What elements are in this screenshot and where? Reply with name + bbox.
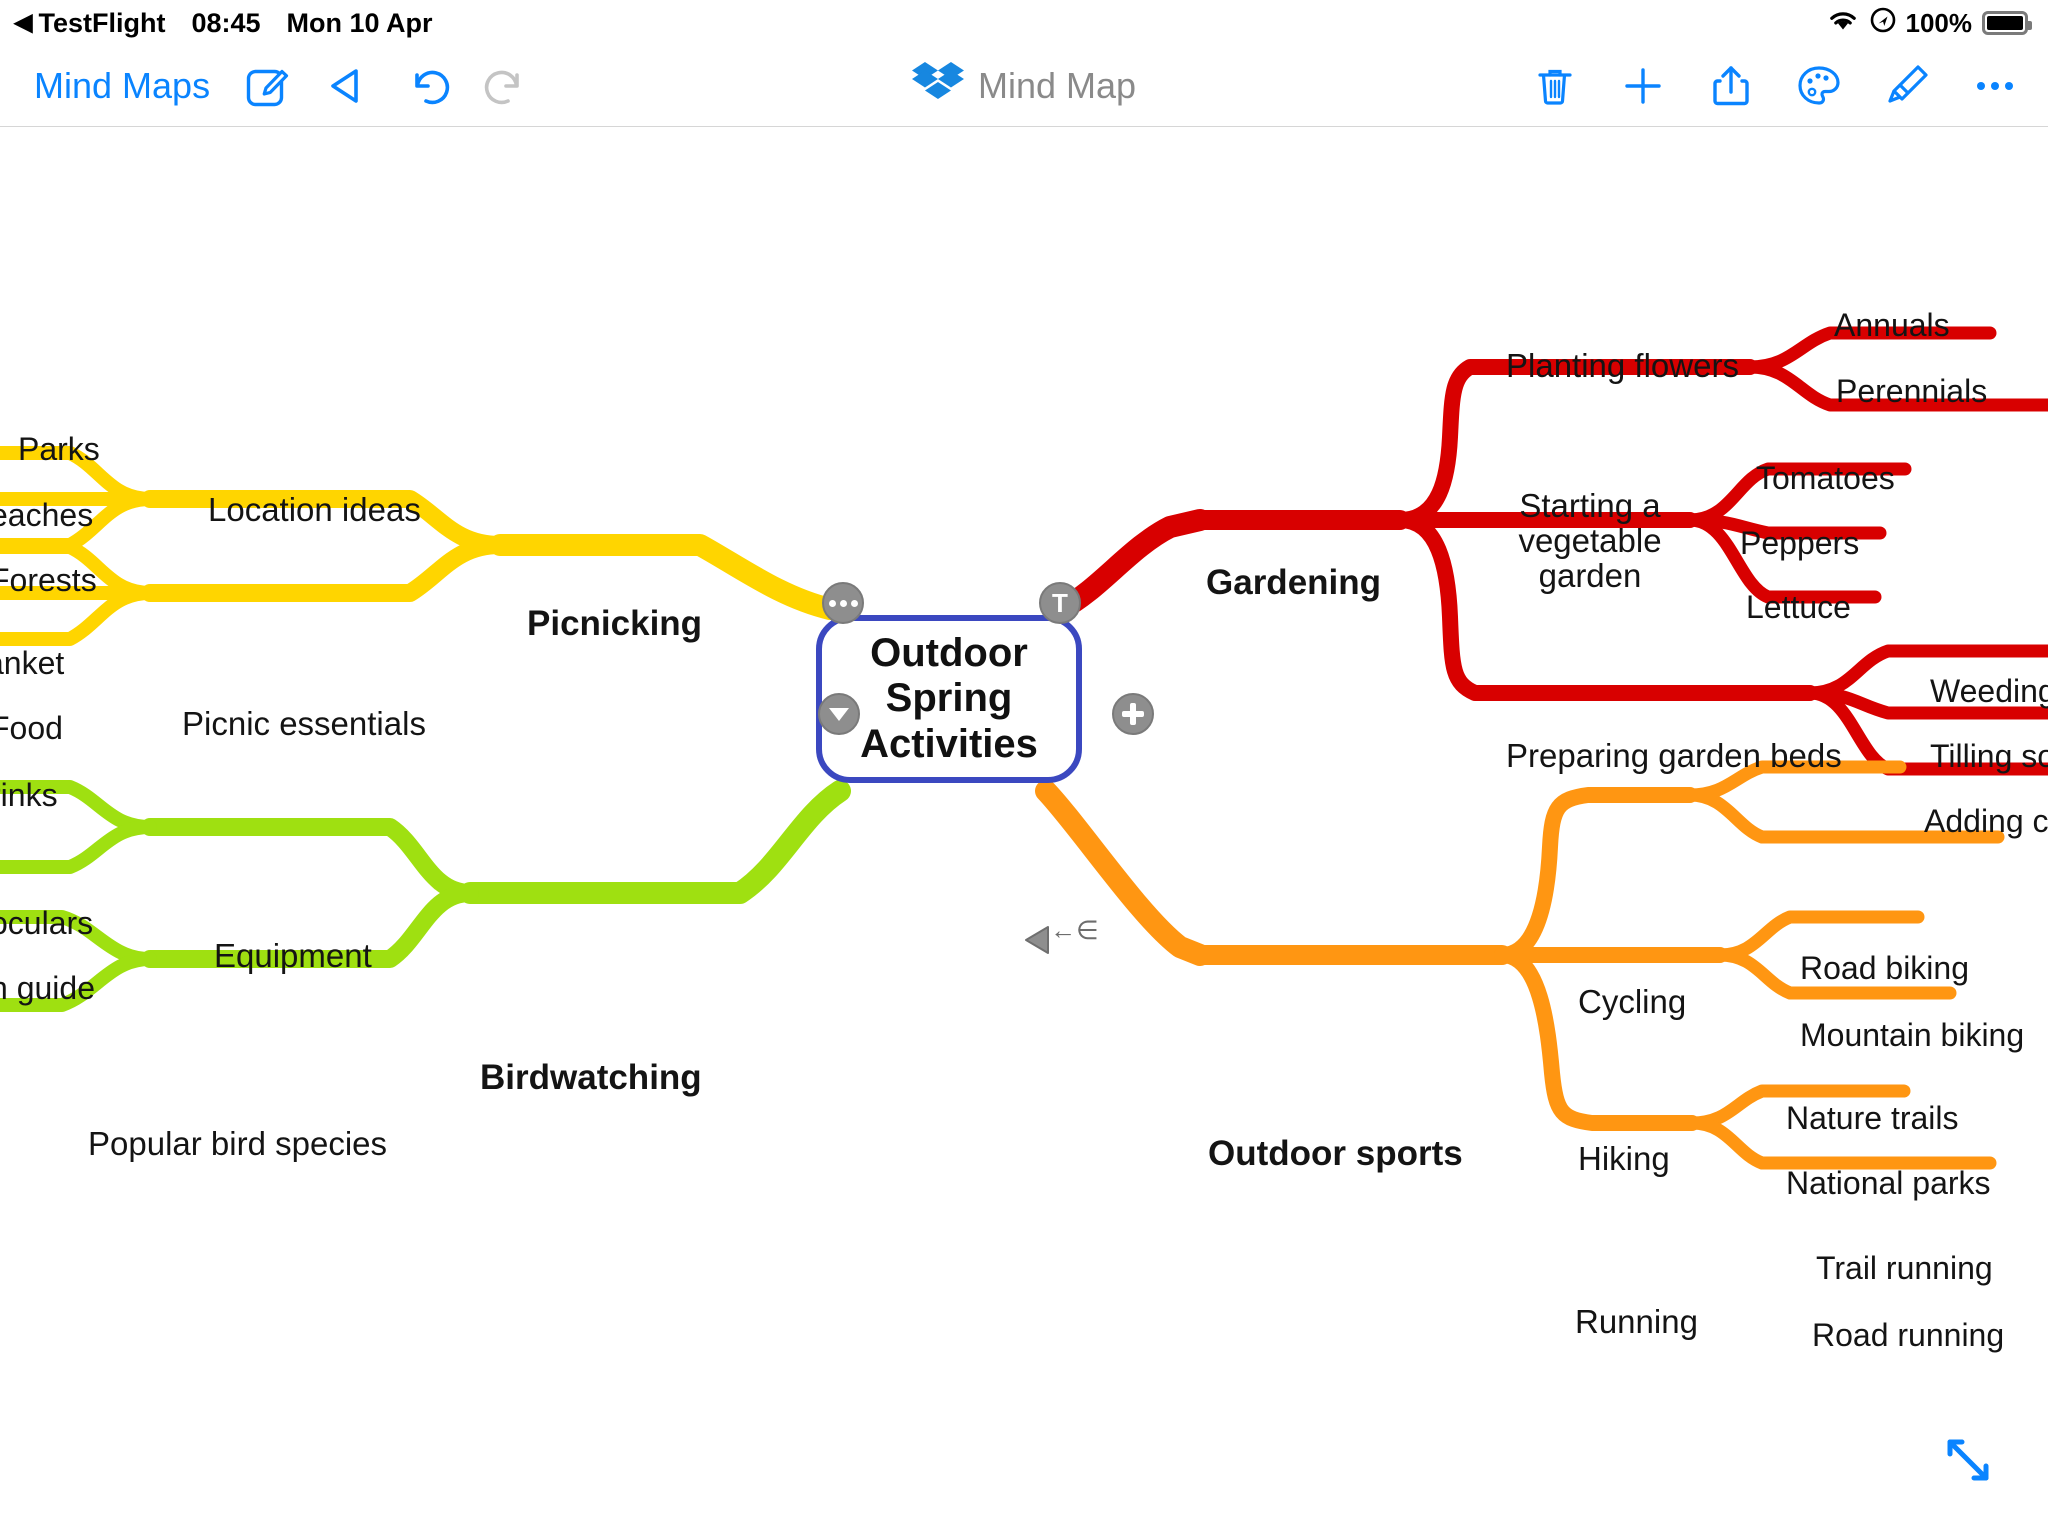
node-label-weeding[interactable]: Weeding	[1930, 674, 2048, 709]
node-label-popular-bird-species[interactable]: Popular bird species	[88, 1126, 387, 1162]
location-icon	[1870, 7, 1896, 40]
mind-maps-back-button[interactable]: Mind Maps	[34, 65, 210, 107]
dropbox-logo-icon	[911, 60, 964, 113]
node-label-cycling[interactable]: Cycling	[1578, 984, 1686, 1020]
toolbar-right-group	[1532, 46, 2018, 126]
plus-icon	[1122, 703, 1144, 725]
node-label-road-running[interactable]: Road running	[1812, 1318, 2004, 1353]
status-back-app-label[interactable]: TestFlight	[38, 8, 165, 39]
root-text-handle[interactable]: T	[1039, 582, 1081, 624]
page-title: Mind Map	[977, 65, 1137, 106]
text-t-icon: T	[1052, 588, 1068, 618]
paintbrush-icon[interactable]	[1884, 63, 1930, 109]
node-label-picnicking[interactable]: Picnicking	[527, 605, 702, 642]
node-label-road-biking[interactable]: Road biking	[1800, 951, 1969, 986]
node-label-tomatoes[interactable]: Tomatoes	[1756, 461, 1895, 496]
node-label-food[interactable]: Food	[0, 711, 63, 746]
node-label-national-parks[interactable]: National parks	[1786, 1166, 1991, 1201]
toolbar-left-group: Mind Maps	[34, 46, 530, 126]
relationship-handle[interactable]: ←∈	[1050, 915, 1099, 946]
root-more-handle[interactable]	[822, 582, 864, 624]
root-node[interactable]: Outdoor Spring Activities	[816, 615, 1082, 783]
node-label-perennials[interactable]: Perennials	[1836, 374, 1987, 409]
root-collapse-handle[interactable]	[818, 693, 860, 735]
node-label-drinks[interactable]: rinks	[0, 778, 58, 813]
node-label-annuals[interactable]: Annuals	[1834, 308, 1950, 343]
compose-icon[interactable]	[244, 63, 290, 109]
trash-icon[interactable]	[1532, 63, 1578, 109]
status-time: 08:45	[191, 7, 261, 38]
node-label-starting-a-vegetable-garden[interactable]: Starting a vegetable garden	[1505, 488, 1675, 594]
status-bar: ◀ TestFlight 08:45 Mon 10 Apr 100%	[0, 0, 2048, 46]
node-label-planting-flowers[interactable]: Planting flowers	[1506, 348, 1739, 384]
node-label-outdoor-sports[interactable]: Outdoor sports	[1208, 1135, 1463, 1172]
expand-diagonal-arrows-icon[interactable]	[1936, 1428, 2000, 1492]
node-label-peppers[interactable]: Peppers	[1740, 526, 1859, 561]
share-icon[interactable]	[1708, 63, 1754, 109]
node-label-trail-running[interactable]: Trail running	[1816, 1251, 1993, 1286]
ellipsis-icon[interactable]	[1972, 63, 2018, 109]
node-label-bird-guide[interactable]: n guide	[0, 971, 95, 1006]
node-label-lettuce[interactable]: Lettuce	[1746, 590, 1851, 625]
node-label-beaches[interactable]: eaches	[0, 498, 93, 533]
root-add-child-handle[interactable]	[1112, 693, 1154, 735]
plus-icon[interactable]	[1620, 63, 1666, 109]
node-label-binoculars[interactable]: oculars	[0, 906, 93, 941]
node-label-parks[interactable]: Parks	[18, 432, 100, 467]
play-triangle-icon[interactable]	[324, 63, 370, 109]
node-label-tilling-soil[interactable]: Tilling soi	[1930, 739, 2048, 774]
battery-percent-label: 100%	[1905, 7, 1973, 38]
mindmap-branch-lines	[0, 326, 2048, 1170]
app-title-group: Mind Map	[911, 46, 1137, 126]
node-label-nature-trails[interactable]: Nature trails	[1786, 1101, 1959, 1136]
node-label-forests[interactable]: Forests	[0, 563, 97, 598]
root-node-label: Outdoor Spring Activities	[860, 630, 1038, 766]
status-bar-right: 100%	[1826, 0, 2032, 46]
node-label-equipment[interactable]: Equipment	[214, 938, 372, 974]
node-label-adding-compost[interactable]: Adding c	[1924, 804, 2048, 839]
mindmap-canvas[interactable]: Outdoor Spring Activities T ←∈ Picnicking …	[0, 127, 2048, 1536]
wifi-icon	[1826, 7, 1860, 40]
node-label-blanket[interactable]: anket	[0, 646, 64, 681]
node-label-running[interactable]: Running	[1575, 1304, 1698, 1340]
status-bar-left: ◀ TestFlight 08:45 Mon 10 Apr	[0, 8, 433, 39]
node-label-gardening[interactable]: Gardening	[1206, 564, 1381, 601]
app-toolbar: Mind Maps Mind Map	[0, 46, 2048, 127]
node-label-preparing-garden-beds[interactable]: Preparing garden beds	[1506, 738, 1842, 774]
ellipsis-icon	[828, 599, 858, 607]
battery-full-icon	[1982, 11, 2032, 35]
node-label-location-ideas[interactable]: Location ideas	[208, 492, 421, 528]
status-date: Mon 10 Apr	[286, 7, 433, 38]
node-label-birdwatching[interactable]: Birdwatching	[480, 1059, 702, 1096]
undo-icon[interactable]	[404, 63, 450, 109]
node-label-mountain-biking[interactable]: Mountain biking	[1800, 1018, 2024, 1053]
palette-icon[interactable]	[1796, 63, 1842, 109]
back-triangle-icon[interactable]: ◀	[14, 11, 32, 35]
node-label-picnic-essentials[interactable]: Picnic essentials	[182, 706, 426, 742]
node-label-hiking[interactable]: Hiking	[1578, 1141, 1670, 1177]
redo-icon	[484, 63, 530, 109]
chevron-down-icon	[829, 707, 849, 721]
